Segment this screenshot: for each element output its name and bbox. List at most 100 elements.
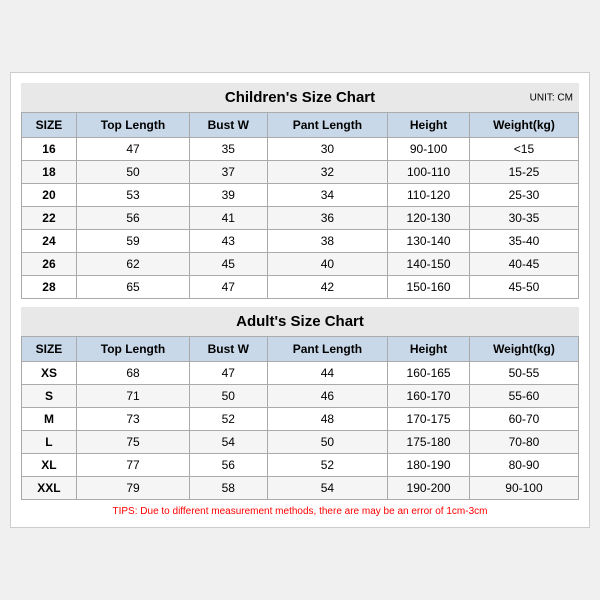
data-cell: 56 (190, 454, 268, 477)
size-cell: L (22, 431, 77, 454)
col-bust-w-children: Bust W (190, 113, 268, 138)
data-cell: 59 (76, 230, 189, 253)
size-cell: 24 (22, 230, 77, 253)
data-cell: 48 (267, 408, 388, 431)
data-cell: 120-130 (388, 207, 470, 230)
data-cell: 53 (76, 184, 189, 207)
table-row: 26624540140-15040-45 (22, 253, 579, 276)
data-cell: 40 (267, 253, 388, 276)
data-cell: 180-190 (388, 454, 470, 477)
data-cell: 52 (190, 408, 268, 431)
size-cell: M (22, 408, 77, 431)
data-cell: 79 (76, 477, 189, 500)
col-pant-length-adult: Pant Length (267, 337, 388, 362)
children-header-row: SIZE Top Length Bust W Pant Length Heigh… (22, 113, 579, 138)
children-title-text: Children's Size Chart (225, 89, 375, 106)
data-cell: 38 (267, 230, 388, 253)
data-cell: 77 (76, 454, 189, 477)
size-cell: XL (22, 454, 77, 477)
data-cell: 30 (267, 138, 388, 161)
data-cell: 50-55 (469, 362, 578, 385)
data-cell: 54 (190, 431, 268, 454)
table-row: 1647353090-100<15 (22, 138, 579, 161)
data-cell: 140-150 (388, 253, 470, 276)
size-cell: 20 (22, 184, 77, 207)
data-cell: 110-120 (388, 184, 470, 207)
data-cell: 50 (76, 161, 189, 184)
col-pant-length-children: Pant Length (267, 113, 388, 138)
data-cell: 100-110 (388, 161, 470, 184)
col-weight-adult: Weight(kg) (469, 337, 578, 362)
data-cell: 58 (190, 477, 268, 500)
size-cell: 28 (22, 276, 77, 299)
data-cell: 52 (267, 454, 388, 477)
adult-table-body: XS684744160-16550-55S715046160-17055-60M… (22, 362, 579, 500)
table-row: S715046160-17055-60 (22, 385, 579, 408)
data-cell: 25-30 (469, 184, 578, 207)
adult-section-title: Adult's Size Chart (21, 307, 579, 336)
data-cell: 130-140 (388, 230, 470, 253)
table-row: XS684744160-16550-55 (22, 362, 579, 385)
data-cell: 65 (76, 276, 189, 299)
table-row: XL775652180-19080-90 (22, 454, 579, 477)
data-cell: 47 (190, 362, 268, 385)
data-cell: 34 (267, 184, 388, 207)
data-cell: 41 (190, 207, 268, 230)
col-weight-children: Weight(kg) (469, 113, 578, 138)
size-cell: 16 (22, 138, 77, 161)
data-cell: 44 (267, 362, 388, 385)
children-section-title: Children's Size Chart UNIT: CM (21, 83, 579, 112)
data-cell: 90-100 (469, 477, 578, 500)
data-cell: 42 (267, 276, 388, 299)
table-row: 24594338130-14035-40 (22, 230, 579, 253)
data-cell: 56 (76, 207, 189, 230)
adult-section: Adult's Size Chart SIZE Top Length Bust … (21, 307, 579, 500)
data-cell: 30-35 (469, 207, 578, 230)
table-row: 22564136120-13030-35 (22, 207, 579, 230)
adult-size-table: SIZE Top Length Bust W Pant Length Heigh… (21, 336, 579, 500)
data-cell: 46 (267, 385, 388, 408)
data-cell: 75 (76, 431, 189, 454)
table-row: 20533934110-12025-30 (22, 184, 579, 207)
data-cell: 32 (267, 161, 388, 184)
data-cell: 62 (76, 253, 189, 276)
data-cell: 160-170 (388, 385, 470, 408)
table-row: XXL795854190-20090-100 (22, 477, 579, 500)
data-cell: 37 (190, 161, 268, 184)
data-cell: <15 (469, 138, 578, 161)
data-cell: 170-175 (388, 408, 470, 431)
data-cell: 55-60 (469, 385, 578, 408)
data-cell: 50 (267, 431, 388, 454)
data-cell: 45-50 (469, 276, 578, 299)
chart-container: Children's Size Chart UNIT: CM SIZE Top … (10, 72, 590, 528)
unit-label-children: UNIT: CM (530, 92, 573, 103)
data-cell: 68 (76, 362, 189, 385)
data-cell: 43 (190, 230, 268, 253)
col-height-adult: Height (388, 337, 470, 362)
col-size-adult: SIZE (22, 337, 77, 362)
data-cell: 47 (190, 276, 268, 299)
data-cell: 71 (76, 385, 189, 408)
data-cell: 50 (190, 385, 268, 408)
col-size-children: SIZE (22, 113, 77, 138)
data-cell: 150-160 (388, 276, 470, 299)
data-cell: 35 (190, 138, 268, 161)
table-row: L755450175-18070-80 (22, 431, 579, 454)
col-bust-w-adult: Bust W (190, 337, 268, 362)
size-cell: XXL (22, 477, 77, 500)
data-cell: 35-40 (469, 230, 578, 253)
data-cell: 54 (267, 477, 388, 500)
tips-text: TIPS: Due to different measurement metho… (21, 506, 579, 517)
table-row: 28654742150-16045-50 (22, 276, 579, 299)
size-cell: XS (22, 362, 77, 385)
data-cell: 175-180 (388, 431, 470, 454)
data-cell: 47 (76, 138, 189, 161)
data-cell: 45 (190, 253, 268, 276)
data-cell: 39 (190, 184, 268, 207)
size-cell: S (22, 385, 77, 408)
col-top-length-children: Top Length (76, 113, 189, 138)
size-cell: 26 (22, 253, 77, 276)
size-cell: 22 (22, 207, 77, 230)
data-cell: 15-25 (469, 161, 578, 184)
data-cell: 40-45 (469, 253, 578, 276)
